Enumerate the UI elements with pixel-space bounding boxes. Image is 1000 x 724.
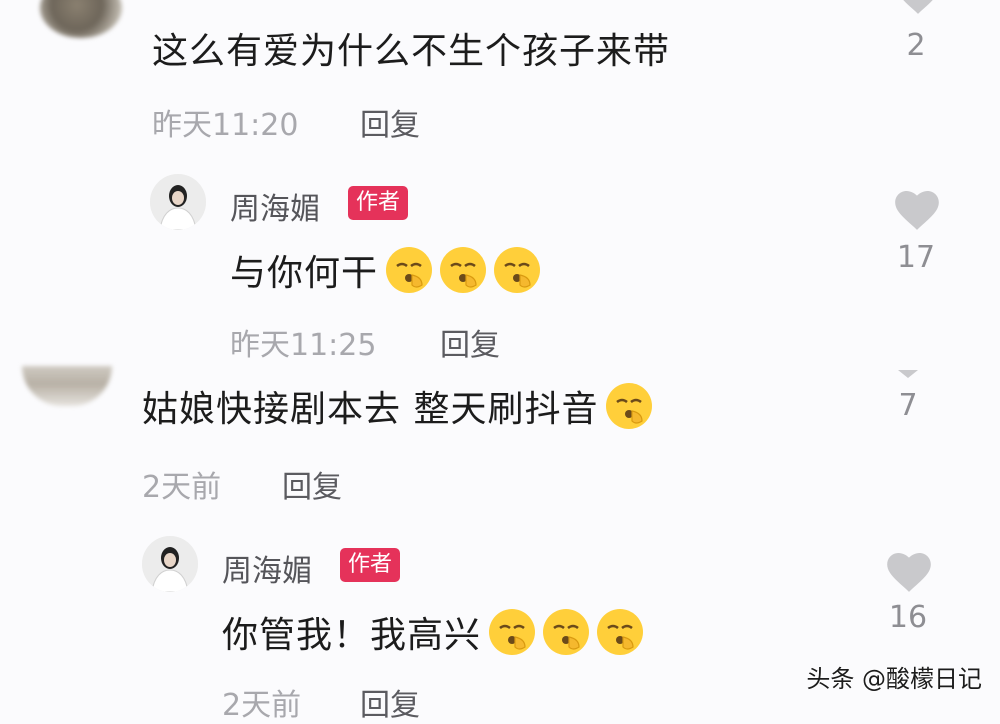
author-name[interactable]: 周海媚 xyxy=(230,184,320,228)
like-count: 2 xyxy=(906,28,926,63)
comment-time: 昨天11:25 xyxy=(230,328,377,363)
reply-button[interactable]: 回复 xyxy=(360,100,420,144)
reply-button[interactable]: 回复 xyxy=(282,462,342,506)
comment-time: 2天前 xyxy=(142,470,222,505)
shushing-face-emoji xyxy=(543,609,590,655)
heart-icon[interactable] xyxy=(896,368,920,380)
comment-time: 昨天11:20 xyxy=(152,108,299,143)
comment-text: 你管我！我高兴 xyxy=(222,615,482,656)
reply-button[interactable]: 回复 xyxy=(440,320,500,364)
shushing-face-emoji xyxy=(597,609,644,655)
comment-time: 2天前 xyxy=(222,688,302,723)
heart-icon[interactable] xyxy=(890,184,944,232)
heart-icon[interactable] xyxy=(893,0,943,16)
like-count: 16 xyxy=(888,600,928,635)
comment-text: 与你何干 xyxy=(230,253,379,294)
commenter-avatar[interactable] xyxy=(40,0,122,38)
shushing-face-emoji xyxy=(494,247,541,293)
comment-text: 姑娘快接剧本去 整天刷抖音 xyxy=(142,389,599,430)
watermark: 头条 @酸檬日记 xyxy=(806,665,982,693)
shushing-face-emoji xyxy=(489,609,536,655)
shushing-face-emoji xyxy=(386,247,433,293)
author-name[interactable]: 周海媚 xyxy=(222,546,312,590)
author-badge: 作者 xyxy=(340,548,401,582)
like-count: 17 xyxy=(896,240,936,275)
author-avatar[interactable] xyxy=(142,536,198,592)
author-avatar[interactable] xyxy=(150,174,206,230)
author-badge: 作者 xyxy=(348,186,409,220)
shushing-face-emoji xyxy=(440,247,487,293)
commenter-avatar[interactable] xyxy=(22,366,112,406)
heart-icon[interactable] xyxy=(882,546,936,594)
comment-text: 这么有爱为什么不生个孩子来带 xyxy=(152,31,671,72)
reply-button[interactable]: 回复 xyxy=(360,680,420,724)
like-count: 7 xyxy=(898,388,918,423)
shushing-face-emoji xyxy=(606,383,653,429)
